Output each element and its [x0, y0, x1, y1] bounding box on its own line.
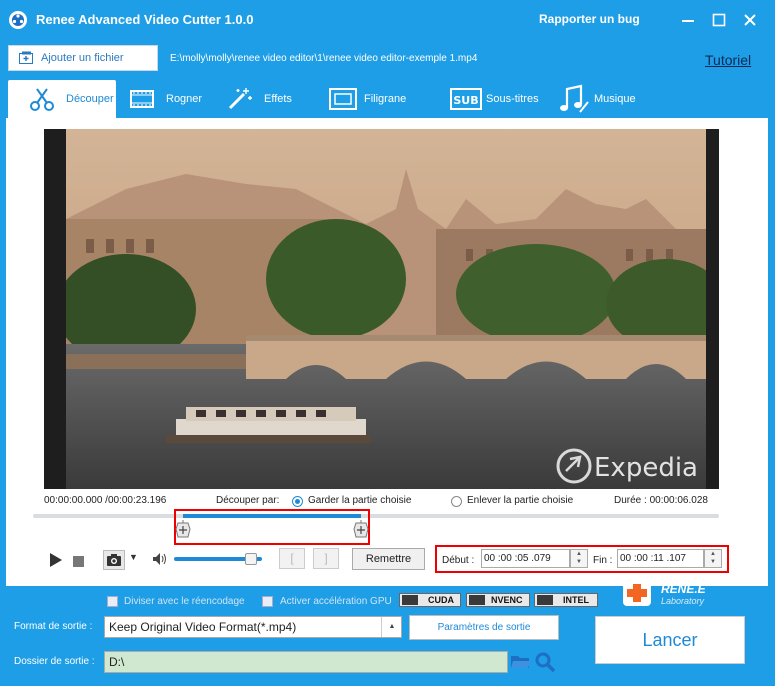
dropdown-arrow-icon[interactable]: ▲ — [381, 617, 402, 637]
keep-radio[interactable] — [292, 496, 303, 507]
output-folder-label: Dossier de sortie : — [14, 656, 95, 667]
reset-button[interactable]: Remettre — [352, 548, 425, 570]
tutorial-link[interactable]: Tutoriel — [705, 52, 751, 68]
crop-icon — [130, 90, 154, 108]
tab-label: Sous-titres — [486, 93, 539, 105]
add-file-icon — [19, 51, 33, 64]
output-format-select[interactable]: Keep Original Video Format(*.mp4) — [104, 616, 402, 638]
tab-bar: Découper Rogner Effets Filigrane SUB Sou… — [0, 80, 775, 118]
app-logo-icon — [9, 11, 27, 29]
handles-highlight — [174, 509, 370, 545]
tab-label: Découper — [66, 93, 114, 105]
expedia-watermark: Expedia — [594, 453, 698, 483]
current-time: 00:00:00.000 — [44, 495, 103, 506]
split-reencode-label: Diviser avec le réencodage — [124, 596, 245, 607]
end-spinner[interactable]: ▲ ▼ — [704, 549, 722, 568]
start-handle-icon[interactable] — [174, 520, 192, 538]
rene-logo-icon — [623, 580, 651, 606]
play-icon[interactable] — [48, 552, 64, 568]
output-format-label: Format de sortie : — [14, 621, 93, 632]
brand-subtitle: Laboratory — [661, 596, 705, 606]
remove-option-label[interactable]: Enlever la partie choisie — [467, 495, 573, 506]
tab-rogner[interactable]: Rogner — [126, 80, 216, 118]
camera-icon — [107, 554, 121, 566]
magic-wand-icon — [228, 88, 252, 110]
snapshot-button[interactable] — [103, 550, 125, 570]
report-bug-link[interactable]: Rapporter un bug — [539, 12, 640, 26]
search-icon[interactable] — [534, 651, 556, 673]
tab-effets[interactable]: Effets — [226, 80, 306, 118]
add-file-button[interactable]: Ajouter un fichier — [8, 45, 158, 71]
start-spinner[interactable]: ▲ ▼ — [570, 549, 588, 568]
end-handle-icon[interactable] — [352, 520, 370, 538]
start-label: Début : — [442, 555, 475, 566]
tab-musique[interactable]: Musique — [558, 80, 648, 118]
volume-icon[interactable] — [152, 552, 168, 566]
minimize-icon[interactable] — [678, 10, 698, 30]
cut-by-label: Découper par: — [216, 495, 280, 506]
output-settings-button[interactable]: Paramètres de sortie — [409, 615, 559, 640]
tab-decouper[interactable]: Découper — [8, 80, 116, 118]
brand-name: RENE.E — [661, 582, 706, 596]
folder-icon[interactable] — [510, 653, 532, 671]
music-icon — [560, 84, 589, 113]
end-time-input[interactable]: 00 :00 :11 .107 — [617, 549, 704, 568]
subtitle-icon: SUB — [450, 88, 482, 110]
start-time-input[interactable]: 00 :00 :05 .079 — [481, 549, 570, 568]
chevron-down-icon[interactable]: ▼ — [129, 552, 138, 562]
keep-option-label[interactable]: Garder la partie choisie — [308, 495, 411, 506]
tab-sous-titres[interactable]: SUB Sous-titres — [450, 80, 550, 118]
watermark-icon — [329, 88, 357, 110]
cuda-badge: CUDA — [399, 593, 461, 607]
total-time: /00:00:23.196 — [105, 495, 167, 506]
launch-button[interactable]: Lancer — [595, 616, 745, 664]
split-checkbox[interactable] — [107, 596, 118, 607]
gpu-accel-label: Activer accélération GPU — [280, 596, 392, 607]
tab-label: Filigrane — [364, 93, 407, 105]
mark-out-button[interactable]: ] — [313, 548, 339, 569]
timeline-track[interactable] — [33, 514, 719, 518]
tab-filigrane[interactable]: Filigrane — [326, 80, 416, 118]
file-path: E:\molly\molly\renee video editor\1\rene… — [170, 53, 478, 64]
end-label: Fin : — [593, 555, 613, 566]
nvenc-badge: NVENC — [466, 593, 530, 607]
stop-button[interactable] — [73, 556, 84, 567]
maximize-icon[interactable] — [709, 10, 729, 30]
gpu-checkbox[interactable] — [262, 596, 273, 607]
time-position: 00:00:00.000 /00:00:23.196 — [44, 495, 166, 506]
video-frame: Expedia — [66, 129, 706, 489]
volume-thumb[interactable] — [245, 553, 258, 565]
tab-label: Musique — [594, 93, 636, 105]
add-file-label: Ajouter un fichier — [41, 52, 124, 64]
scissors-icon — [30, 88, 54, 111]
nvidia-icon — [469, 595, 485, 605]
intel-badge: INTEL — [534, 593, 598, 607]
remove-radio[interactable] — [451, 496, 462, 507]
svg-text:SUB: SUB — [453, 94, 478, 107]
tab-label: Rogner — [166, 93, 203, 105]
output-folder-input[interactable]: D:\ — [104, 651, 508, 673]
close-icon[interactable] — [740, 10, 760, 30]
mark-in-button[interactable]: [ — [279, 548, 305, 569]
tab-label: Effets — [264, 93, 292, 105]
app-title: Renee Advanced Video Cutter 1.0.0 — [36, 12, 254, 27]
intel-icon — [537, 595, 553, 605]
nvidia-icon — [402, 595, 418, 605]
duration-readout: Durée : 00:00:06.028 — [614, 495, 708, 506]
